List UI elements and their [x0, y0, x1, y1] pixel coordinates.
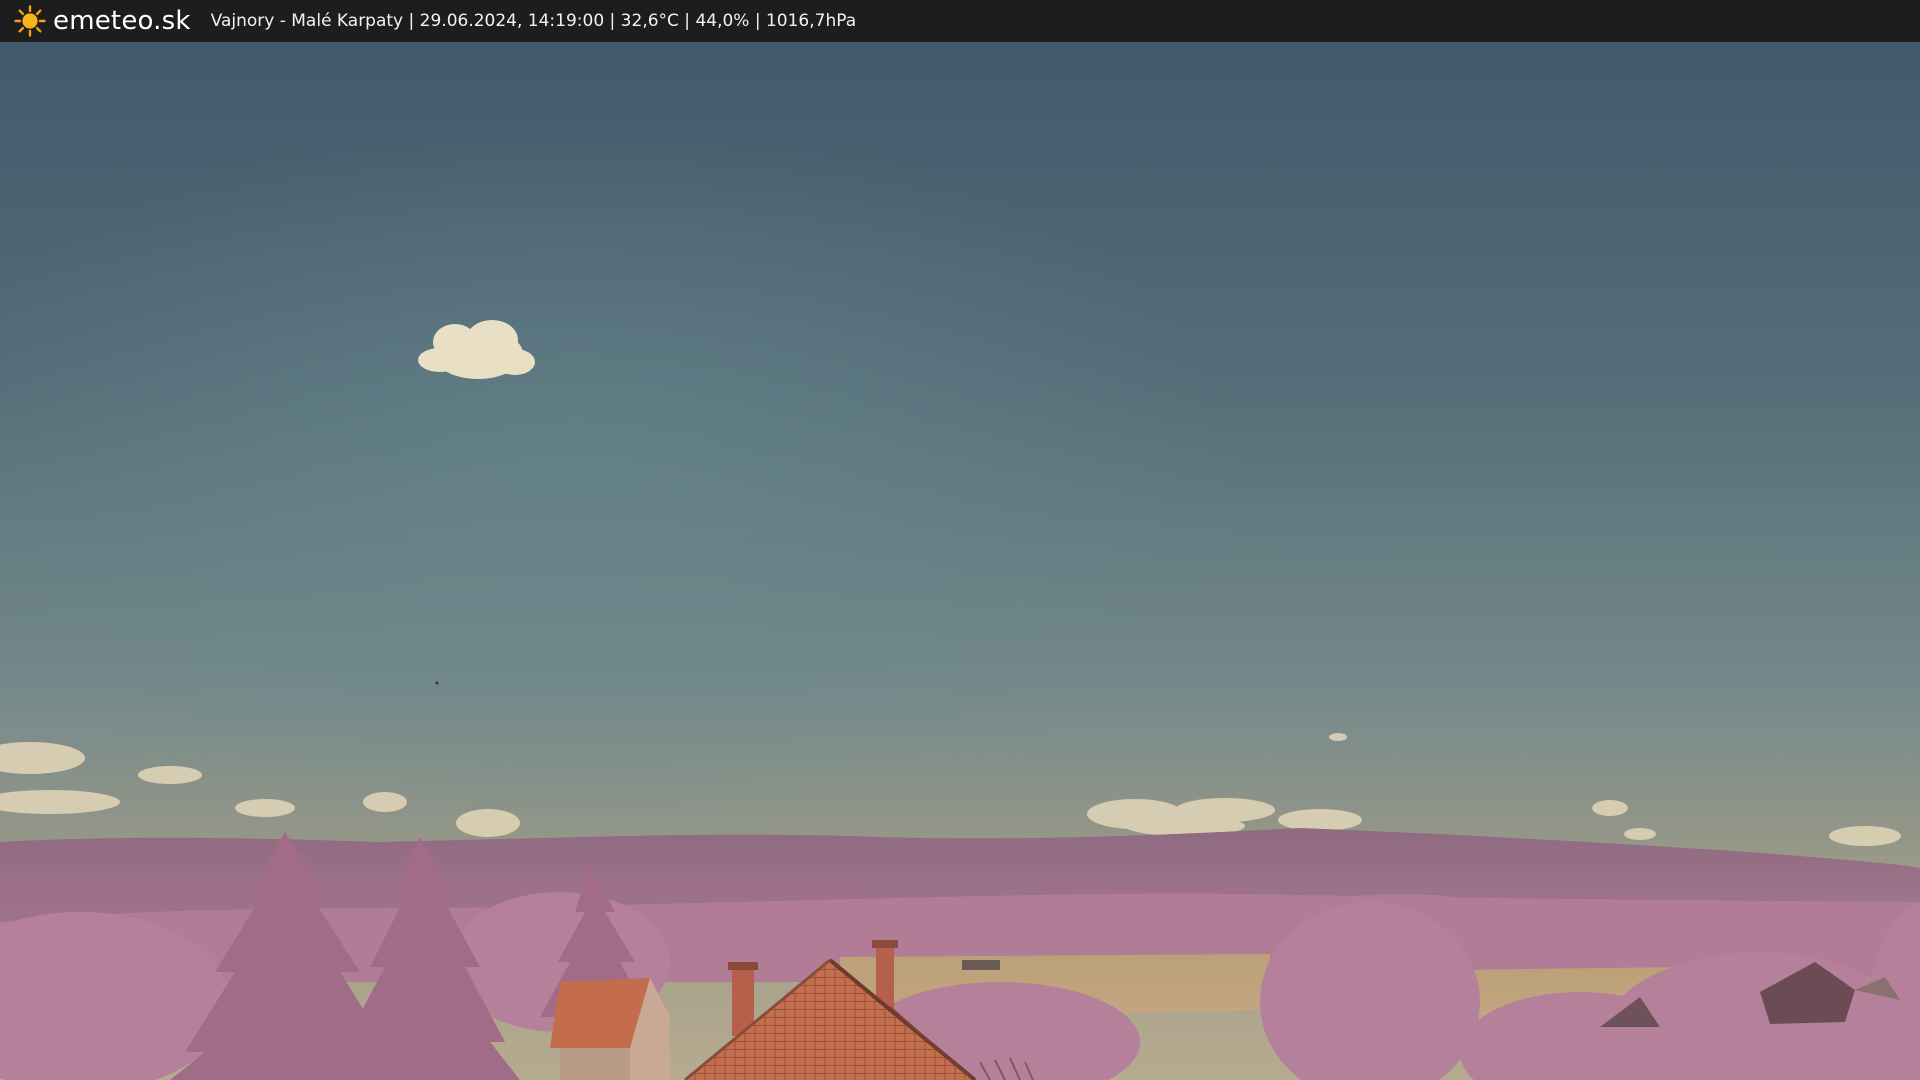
webcam-caption: Vajnory - Malé Karpaty | 29.06.2024, 14:…	[210, 11, 857, 31]
top-info-bar: emeteo.sk Vajnory - Malé Karpaty | 29.06…	[0, 0, 1920, 42]
brand-name: emeteo.sk	[53, 6, 191, 36]
house-left	[550, 978, 670, 1080]
sun-icon	[14, 5, 46, 37]
webcam-image	[0, 42, 1920, 1080]
